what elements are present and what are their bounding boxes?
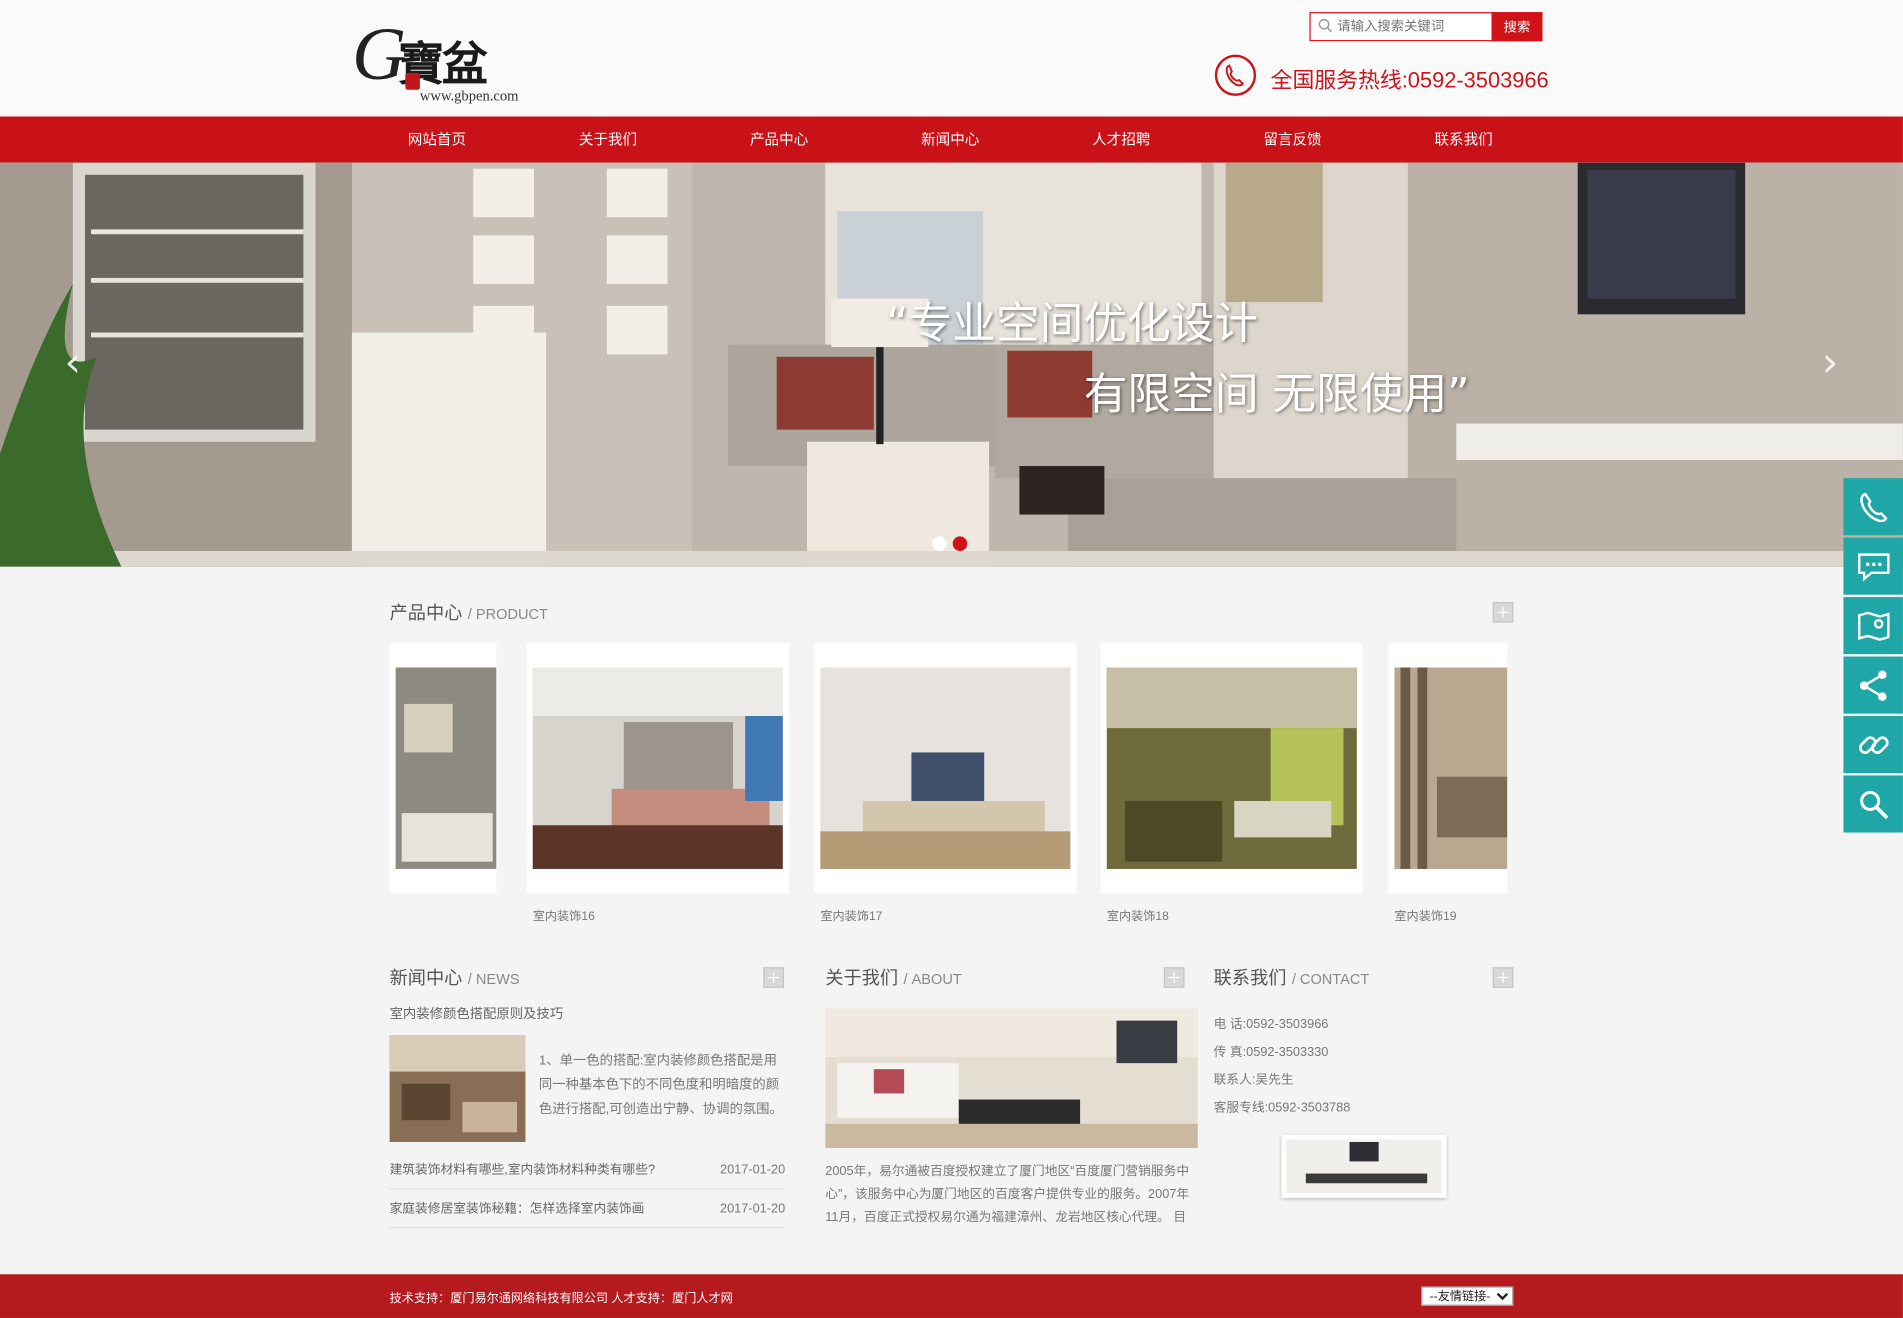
- about-heading: 关于我们 / ABOUT: [825, 965, 962, 989]
- product-caption[interactable]: 室内装饰16: [533, 905, 595, 923]
- phone-ring-icon: [1214, 54, 1257, 96]
- nav-item-jobs[interactable]: 人才招聘: [1036, 117, 1206, 163]
- news-list-item[interactable]: 家庭装修居室装饰秘籍：怎样选择室内装饰画 2017-01-20: [389, 1189, 786, 1229]
- footer-support-text[interactable]: 技术支持：厦门易尔通网络科技有限公司 人才支持：厦门人才网: [390, 1288, 733, 1305]
- link-icon: [1858, 736, 1889, 754]
- news-item-date: 2017-01-20: [720, 1201, 786, 1217]
- search-icon: [1318, 18, 1332, 33]
- banner-dot-1[interactable]: [932, 536, 947, 551]
- banner-slogan-line1: “专业空间优化设计: [885, 299, 1259, 350]
- phone-icon: [1860, 492, 1888, 523]
- side-share-button[interactable]: [1843, 656, 1903, 714]
- product-caption[interactable]: 室内装饰17: [820, 905, 882, 923]
- about-more-icon[interactable]: [1163, 967, 1185, 988]
- about-text: 2005年，易尔通被百度授权建立了厦门地区“百度厦门营销服务中心”，该服务中心为…: [825, 1163, 1190, 1225]
- site-logo[interactable]: G 寶盆 www.gbpen.com: [352, 17, 534, 107]
- product-card[interactable]: [1100, 643, 1363, 894]
- banner-slogan-line2: 有限空间 无限使用”: [1083, 370, 1470, 420]
- product-caption[interactable]: 室内装饰19: [1394, 905, 1456, 923]
- product-card[interactable]: [814, 643, 1077, 894]
- news-item-title[interactable]: 建筑装饰材料有哪些,室内装饰材料种类有哪些?: [390, 1163, 655, 1178]
- about-title-en: / ABOUT: [903, 970, 962, 988]
- news-item-title[interactable]: 家庭装修居室装饰秘籍：怎样选择室内装饰画: [390, 1201, 645, 1216]
- news-featured-image[interactable]: [389, 1035, 526, 1142]
- banner-next-arrow-icon[interactable]: ›: [1816, 339, 1845, 388]
- nav-item-home[interactable]: 网站首页: [352, 117, 522, 163]
- side-phone-button[interactable]: [1843, 478, 1903, 536]
- contact-heading: 联系我们 / CONTACT: [1214, 965, 1370, 989]
- logo-url: www.gbpen.com: [419, 87, 519, 105]
- search-box: 搜索: [1309, 12, 1543, 42]
- product-image: [1394, 667, 1508, 869]
- friend-links-select[interactable]: --友情链接--: [1421, 1286, 1514, 1306]
- news-title-en: / NEWS: [467, 970, 520, 988]
- side-message-button[interactable]: [1843, 537, 1903, 595]
- contact-service-line: 客服专线:0592-3503788: [1213, 1100, 1351, 1116]
- contact-more-icon[interactable]: [1492, 967, 1514, 988]
- side-map-button[interactable]: [1843, 597, 1903, 655]
- product-image: [1106, 667, 1357, 869]
- site-footer: 技术支持：厦门易尔通网络科技有限公司 人才支持：厦门人才网 --友情链接--: [0, 1274, 1903, 1318]
- nav-item-feedback[interactable]: 留言反馈: [1208, 117, 1378, 163]
- map-icon: [1858, 611, 1890, 641]
- product-card-partial[interactable]: [1388, 643, 1508, 894]
- search-icon: [1860, 790, 1889, 820]
- contact-phone: 电 话:0592-3503966: [1213, 1016, 1329, 1032]
- products-more-icon[interactable]: [1492, 601, 1514, 623]
- nav-item-contact[interactable]: 联系我们: [1379, 117, 1549, 163]
- news-heading: 新闻中心 / NEWS: [390, 965, 520, 989]
- contact-title-en: / CONTACT: [1291, 970, 1370, 988]
- contact-person: 联系人:吴先生: [1213, 1072, 1294, 1088]
- share-icon: [1859, 670, 1887, 701]
- main-nav: 网站首页 关于我们 产品中心 新闻中心 人才招聘 留言反馈 联系我们: [0, 116, 1903, 163]
- products-title-en: / PRODUCT: [467, 605, 548, 623]
- news-item-date: 2017-01-20: [720, 1162, 786, 1178]
- search-input[interactable]: [1337, 13, 1491, 41]
- about-image[interactable]: [825, 1008, 1198, 1149]
- banner-image: [0, 162, 1903, 567]
- products-title: 产品中心: [389, 603, 463, 624]
- contact-fax: 传 真:0592-3503330: [1213, 1044, 1329, 1060]
- about-title: 关于我们: [825, 968, 899, 990]
- news-title: 新闻中心: [389, 968, 463, 990]
- contact-title: 联系我们: [1213, 968, 1287, 990]
- logo-seal-icon: [405, 72, 420, 90]
- news-featured-title[interactable]: 室内装修颜色搭配原则及技巧: [390, 1004, 564, 1023]
- message-icon: [1858, 553, 1890, 582]
- product-caption[interactable]: 室内装饰18: [1107, 905, 1169, 923]
- hotline-text: 全国服务热线:0592-3503966: [1270, 67, 1549, 93]
- news-more-icon[interactable]: [763, 967, 784, 988]
- search-button[interactable]: 搜索: [1491, 12, 1543, 42]
- banner-prev-arrow-icon[interactable]: ‹: [58, 339, 87, 388]
- product-image: [820, 667, 1071, 869]
- news-list-item[interactable]: 建筑装饰材料有哪些,室内装饰材料种类有哪些? 2017-01-20: [389, 1150, 786, 1190]
- contact-image: [1281, 1134, 1447, 1198]
- product-image: [532, 667, 783, 869]
- nav-item-about[interactable]: 关于我们: [523, 117, 693, 163]
- products-heading: 产品中心 / PRODUCT: [390, 600, 548, 624]
- nav-item-news[interactable]: 新闻中心: [865, 117, 1035, 163]
- side-link-button[interactable]: [1843, 716, 1903, 774]
- product-card[interactable]: [526, 643, 789, 894]
- nav-item-products[interactable]: 产品中心: [694, 117, 864, 163]
- hero-banner[interactable]: “专业空间优化设计 有限空间 无限使用” ‹ ›: [0, 162, 1903, 567]
- side-search-button[interactable]: [1843, 775, 1903, 833]
- banner-dot-2[interactable]: [952, 536, 968, 551]
- product-card-partial[interactable]: [389, 643, 497, 894]
- hotline: 全国服务热线:0592-3503966: [1214, 54, 1555, 99]
- site-header: G 寶盆 www.gbpen.com 搜索 全国服务热线:0592-350396…: [0, 0, 1903, 117]
- news-featured-summary: 1、单一色的搭配:室内装修颜色搭配是用同一种基本色下的不同色度和明暗度的颜色进行…: [538, 1053, 783, 1117]
- product-image: [395, 667, 497, 869]
